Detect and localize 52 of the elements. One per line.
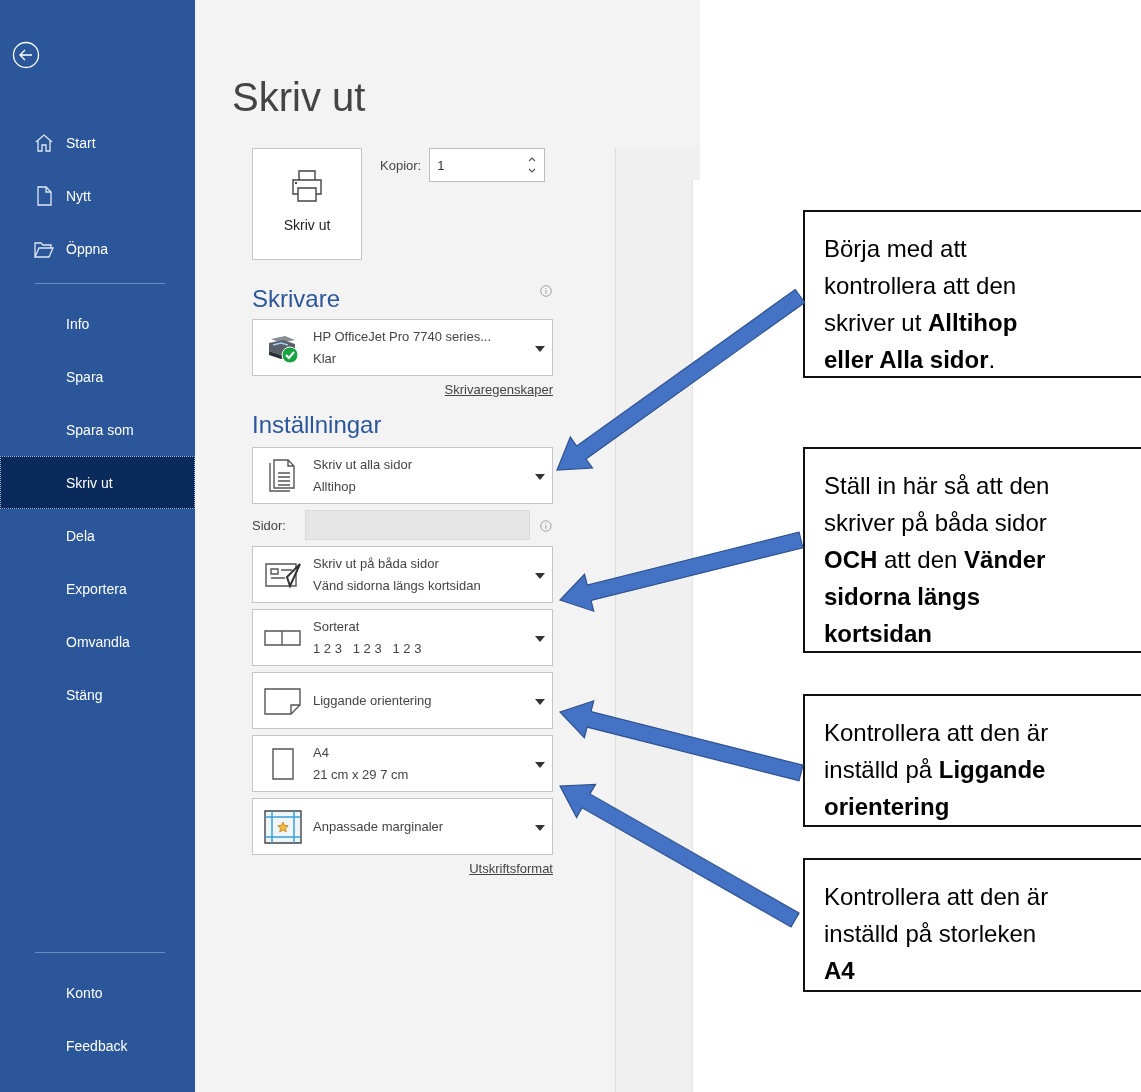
- section-heading: Inställningar: [252, 410, 382, 440]
- callout-text: Kontrollera att den är inställd på storleken A4: [824, 882, 1050, 986]
- sidebar-item[interactable]: Öppna: [0, 222, 195, 275]
- page-title: Skriv ut: [232, 74, 367, 121]
- portrait-page-icon: [270, 746, 296, 781]
- setting-dropdown[interactable]: A4 21 cm x 29 7 cm: [252, 735, 553, 792]
- sidebar-item[interactable]: Dela: [0, 509, 195, 562]
- document-icon: [34, 186, 54, 206]
- caret-icon: [535, 573, 545, 579]
- copies-field[interactable]: 1: [429, 148, 546, 182]
- info-icon: [540, 520, 552, 532]
- sidebar-item[interactable]: Spara som: [0, 403, 195, 456]
- folder-icon: [34, 239, 54, 259]
- sidebar-item[interactable]: Nytt: [0, 169, 195, 222]
- print-button[interactable]: Skriv ut: [252, 148, 362, 260]
- sidebar-item[interactable]: Stäng: [0, 668, 195, 721]
- info-icon: [540, 285, 552, 297]
- setting-dropdown[interactable]: Skriv ut alla sidor Alltihop: [252, 447, 553, 504]
- landscape-page-icon: [263, 685, 303, 716]
- setting-dropdown[interactable]: Skriv ut på båda sidor Vänd sidorna längs kortsidan: [252, 546, 553, 603]
- sidebar-item[interactable]: Konto: [0, 966, 195, 1019]
- caret-icon: [535, 636, 545, 642]
- caret-icon: [535, 346, 545, 352]
- setting-dropdown[interactable]: Anpassade marginaler: [252, 798, 553, 855]
- sidebar-item[interactable]: Info: [0, 297, 195, 350]
- printer-dropdown[interactable]: HP OfficeJet Pro 7740 series... Klar: [252, 319, 553, 376]
- page-setup-link[interactable]: Utskriftsformat: [469, 861, 553, 876]
- sidebar-item[interactable]: Skriv ut: [0, 456, 195, 509]
- callout-text: Kontrollera att den är inställd på Liggande orientering: [824, 718, 1050, 822]
- caret-icon: [535, 699, 545, 705]
- home-icon: [34, 133, 54, 153]
- back-icon[interactable]: [12, 41, 40, 69]
- printer-icon: [291, 169, 323, 203]
- caret-icon: [535, 762, 545, 768]
- sidebar-item[interactable]: Spara: [0, 350, 195, 403]
- pages-label: Sidor:: [252, 517, 287, 533]
- sidebar-item[interactable]: Feedback: [0, 1019, 195, 1072]
- caret-icon: [535, 825, 545, 831]
- sidebar-item[interactable]: Start: [0, 116, 195, 169]
- section-heading: Skrivare: [252, 284, 341, 314]
- sidebar-item[interactable]: Omvandla: [0, 615, 195, 668]
- copies-label: Kopior:: [380, 158, 422, 173]
- callout-text: Börja med att kontrollera att den skriver ut Alltihop eller Alla sidor.: [824, 234, 1019, 375]
- margins-icon: [264, 809, 302, 844]
- printer-properties-link[interactable]: Skrivaregenskaper: [444, 382, 553, 397]
- callout-text: Ställ in här så att den skriver på båda sidor OCH att den Vänder sidorna längs kortsidan: [824, 471, 1051, 649]
- setting-dropdown[interactable]: Sorterat 1 2 3 1 2 3 1 2 3: [252, 609, 553, 666]
- setting-dropdown[interactable]: Liggande orientering: [252, 672, 553, 729]
- collate-icon: [263, 627, 303, 648]
- sidebar-item[interactable]: Exportera: [0, 562, 195, 615]
- spinner-icon[interactable]: [527, 155, 538, 175]
- caret-icon: [535, 474, 545, 480]
